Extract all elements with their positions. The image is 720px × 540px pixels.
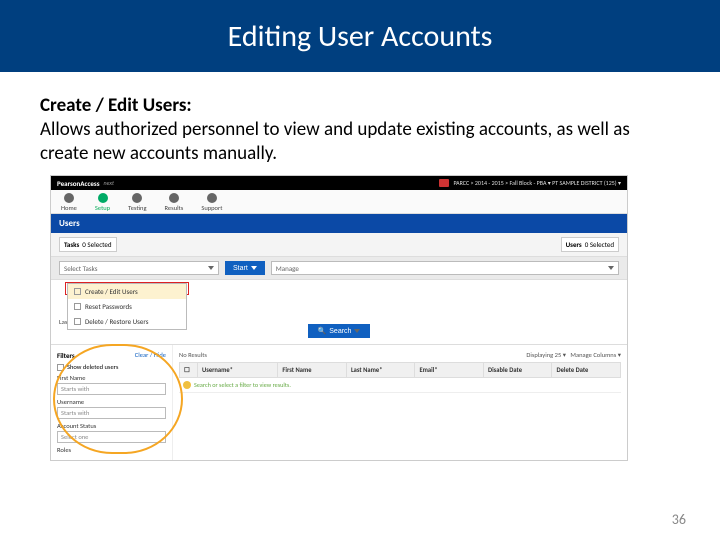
chevron-down-icon	[354, 329, 360, 333]
tab-home[interactable]: Home	[61, 193, 77, 212]
filter-username-label: Username	[57, 398, 166, 406]
results-hint: Search or select a filter to view result…	[179, 378, 621, 393]
checkbox-icon	[74, 318, 81, 325]
page-size-select[interactable]: 25	[555, 351, 562, 359]
col-email[interactable]: Email*	[415, 363, 484, 377]
tab-setup[interactable]: Setup	[95, 193, 110, 212]
brand-bar: PearsonAccess next PARCC > 2014 - 2015 >…	[51, 176, 627, 190]
slide-title-bar: Editing User Accounts	[0, 0, 720, 72]
filter-username-input[interactable]: Starts with	[57, 407, 166, 419]
results-table-header: ☐ Username* First Name Last Name* Email*…	[179, 362, 621, 378]
tab-results[interactable]: Results	[165, 193, 184, 212]
nav-tabs: Home Setup Testing Results Support	[51, 190, 627, 214]
col-first-name[interactable]: First Name	[278, 363, 347, 377]
context-breadcrumb[interactable]: PARCC > 2014 - 2015 > Fall Block - PBA ▾…	[453, 179, 621, 187]
chevron-down-icon	[208, 266, 214, 270]
tab-testing[interactable]: Testing	[128, 193, 146, 212]
slide-title: Editing User Accounts	[228, 18, 493, 55]
testing-icon	[132, 193, 142, 203]
clear-hide-link[interactable]: Clear / Hide	[135, 351, 166, 360]
slide-content: Create / Edit Users: Allows authorized p…	[0, 72, 720, 461]
lead-body: Allows authorized personnel to view and …	[40, 118, 630, 165]
menu-reset-passwords[interactable]: Reset Passwords	[68, 299, 186, 314]
brand-logo: PearsonAccess	[57, 179, 100, 188]
show-deleted-toggle[interactable]: Show deleted users	[57, 363, 166, 371]
manage-columns-link[interactable]: Manage Columns ▾	[570, 351, 621, 359]
checkbox-icon	[74, 303, 81, 310]
manage-dropdown[interactable]: Manage	[271, 261, 619, 275]
col-username[interactable]: Username*	[198, 363, 278, 377]
results-paging: Displaying 25 ▾ Manage Columns ▾	[526, 351, 621, 359]
results-panel: No Results Displaying 25 ▾ Manage Column…	[173, 345, 627, 460]
home-icon	[64, 193, 74, 203]
info-icon	[183, 381, 191, 389]
results-area: Filters Clear / Hide Show deleted users …	[51, 345, 627, 460]
section-header: Users	[51, 214, 627, 233]
filter-account-status-select[interactable]: Select one	[57, 431, 166, 443]
filter-first-name-input[interactable]: Starts with	[57, 383, 166, 395]
col-delete-date[interactable]: Delete Date	[552, 363, 620, 377]
select-row: Select Tasks Start Manage	[51, 257, 627, 280]
support-icon	[207, 193, 217, 203]
col-last-name[interactable]: Last Name*	[347, 363, 416, 377]
lead-heading: Create / Edit Users:	[40, 94, 192, 117]
tasks-dropdown-menu: Create / Edit Users Reset Passwords Dele…	[67, 283, 187, 330]
col-checkbox[interactable]: ☐	[180, 363, 198, 377]
lead-paragraph: Create / Edit Users: Allows authorized p…	[40, 94, 680, 165]
page-number: 36	[672, 511, 686, 528]
users-selected-indicator: Users 0 Selected	[561, 237, 619, 252]
search-icon: 🔍	[318, 327, 327, 335]
filter-account-status-label: Account Status	[57, 422, 166, 430]
tasks-row: Tasks 0 Selected Users 0 Selected	[51, 233, 627, 257]
checkbox-icon	[57, 364, 64, 371]
brand-suffix: next	[104, 179, 114, 187]
select-tasks-dropdown[interactable]: Select Tasks	[59, 261, 219, 275]
no-results-text: No Results	[179, 351, 207, 359]
tasks-indicator: Tasks 0 Selected	[59, 237, 117, 252]
app-screenshot: PearsonAccess next PARCC > 2014 - 2015 >…	[50, 175, 628, 461]
filters-panel: Filters Clear / Hide Show deleted users …	[51, 345, 173, 460]
filters-title: Filters	[57, 351, 75, 360]
menu-create-edit-users[interactable]: Create / Edit Users	[68, 284, 186, 299]
notification-icon[interactable]	[439, 179, 449, 187]
checkbox-icon	[74, 288, 81, 295]
chevron-down-icon	[608, 266, 614, 270]
menu-delete-restore-users[interactable]: Delete / Restore Users	[68, 314, 186, 329]
filter-first-name-label: First Name	[57, 374, 166, 382]
setup-icon	[98, 193, 108, 203]
start-button[interactable]: Start	[225, 261, 265, 275]
tab-support[interactable]: Support	[201, 193, 222, 212]
filter-roles-label: Roles	[57, 446, 166, 454]
results-icon	[169, 193, 179, 203]
col-disable-date[interactable]: Disable Date	[484, 363, 553, 377]
search-button[interactable]: 🔍 Search	[308, 324, 371, 338]
chevron-down-icon	[251, 266, 257, 270]
